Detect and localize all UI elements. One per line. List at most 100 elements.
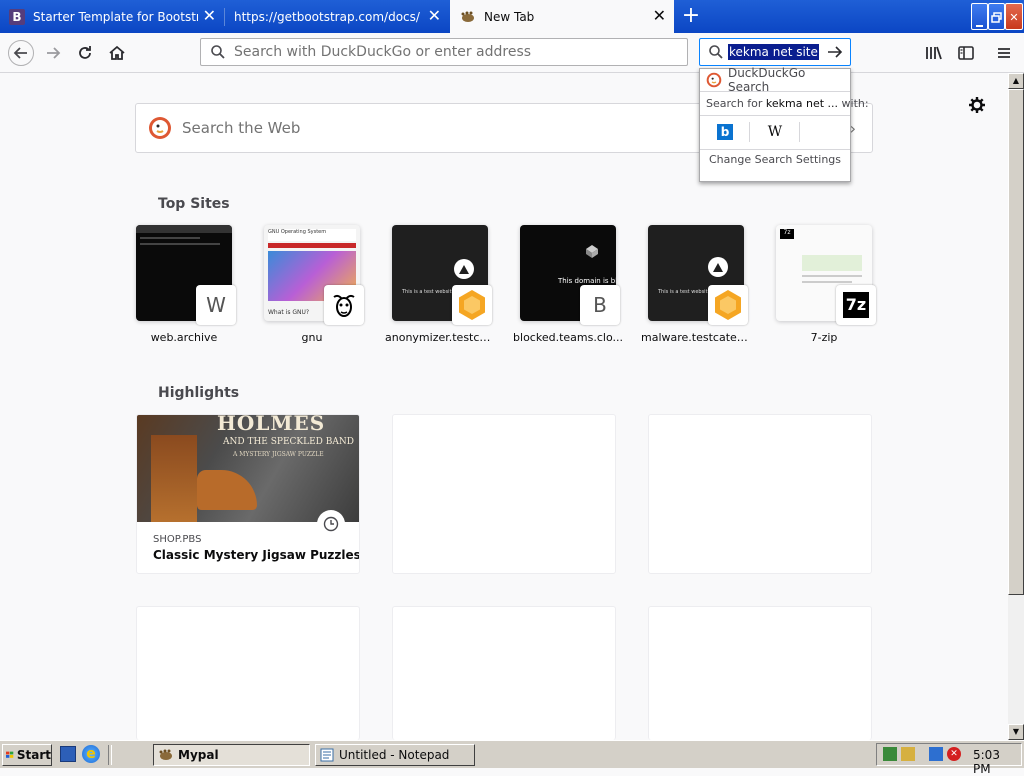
duckduckgo-icon — [706, 72, 722, 88]
go-arrow-icon[interactable] — [827, 45, 843, 59]
minimize-window-button[interactable] — [971, 3, 988, 30]
scroll-up-arrow-icon[interactable]: ▲ — [1008, 73, 1024, 89]
search-for-line: Search for kekma net ... with: — [706, 97, 869, 110]
thumbnail-line — [802, 281, 852, 283]
duckduckgo-icon — [149, 117, 171, 139]
address-placeholder: Search with DuckDuckGo or enter address — [234, 44, 532, 60]
7zip-icon-text: 7z — [842, 292, 870, 318]
highlight-image-subtitle: AND THE SPECKLED BAND — [223, 437, 354, 447]
home-button[interactable] — [105, 41, 129, 65]
search-icon — [211, 45, 225, 59]
search-box[interactable]: kekma net site — [699, 38, 851, 66]
divider — [700, 149, 850, 150]
search-suggestions-popup: DuckDuckGo Search Search for kekma net .… — [699, 66, 869, 182]
internet-explorer-icon[interactable]: e — [82, 745, 100, 763]
tray-volume-muted-icon[interactable]: ✕ — [947, 747, 961, 761]
reload-button[interactable] — [73, 41, 97, 65]
close-tab-icon[interactable]: ✕ — [653, 8, 666, 24]
scrollbar-thumb[interactable] — [1008, 89, 1024, 595]
thumbnail-text: This domain is bloc — [558, 277, 616, 285]
tab-title: New Tab — [484, 9, 535, 24]
windows-logo-icon — [6, 751, 14, 758]
newtab-settings-button[interactable] — [965, 94, 989, 116]
taskbar-window-notepad[interactable]: Untitled - Notepad — [315, 744, 475, 766]
search-box-value[interactable]: kekma net site — [728, 44, 819, 60]
vertical-scrollbar[interactable]: ▲ ▼ — [1008, 73, 1024, 740]
puzzle-box-shape — [151, 435, 197, 522]
close-tab-icon[interactable]: ✕ — [428, 8, 441, 24]
forward-arrow-icon — [47, 47, 61, 59]
gnome-foot-icon — [461, 11, 474, 22]
pipe-shape — [197, 470, 257, 510]
tab-bootstrap-docs[interactable]: https://getbootstrap.com/docs/3.3/ex ✕ — [225, 0, 449, 33]
tray-network-icon[interactable] — [883, 747, 897, 761]
search-engine-header[interactable]: DuckDuckGo Search — [700, 66, 850, 94]
close-window-button[interactable]: ✕ — [1005, 3, 1023, 30]
gnu-thumbnail-nav — [268, 243, 356, 248]
search-engine-label: DuckDuckGo Search — [727, 66, 806, 94]
mypal-icon — [159, 749, 172, 760]
top-site-label: web.archive — [150, 331, 218, 344]
start-button[interactable]: Start — [2, 744, 52, 766]
7zip-icon: 7z — [836, 285, 876, 325]
gnu-head-icon — [324, 285, 364, 325]
home-icon — [109, 45, 125, 60]
library-icon — [926, 46, 942, 60]
new-tab-button[interactable]: + — [680, 3, 702, 29]
tab-bootstrap-starter[interactable]: B Starter Template for Bootstrap ✕ — [0, 0, 224, 33]
top-site-label: blocked.teams.clo... — [513, 331, 623, 344]
minimize-icon — [976, 25, 983, 27]
restore-window-button[interactable] — [988, 3, 1005, 30]
gear-icon — [969, 97, 985, 113]
search-for-term: kekma net ... — [765, 97, 839, 110]
address-bar[interactable]: Search with DuckDuckGo or enter address — [200, 38, 688, 66]
library-button[interactable] — [922, 41, 946, 65]
search-for-prefix: Search for — [706, 97, 766, 110]
bluecoat-hexagon-icon — [452, 285, 492, 325]
highlights-heading: Highlights — [158, 385, 240, 401]
thumbnail-table — [802, 255, 862, 271]
top-site-label: gnu — [301, 331, 323, 344]
top-site-label: 7-zip — [810, 331, 838, 344]
highlight-image: HOLMES AND THE SPECKLED BAND A MYSTERY J… — [137, 414, 359, 522]
menu-button[interactable] — [992, 41, 1016, 65]
sidebar-button[interactable] — [954, 41, 978, 65]
close-tab-icon[interactable]: ✕ — [203, 8, 216, 24]
bing-engine-button[interactable]: b — [700, 116, 750, 148]
thumbnail-line — [140, 243, 220, 245]
taskbar-window-label: Untitled - Notepad — [339, 748, 450, 762]
highlight-image-caption: A MYSTERY JIGSAW PUZZLE — [233, 451, 324, 458]
thumbnail-text: This is a test websit — [658, 289, 708, 295]
warning-circle-icon — [708, 257, 728, 277]
thumbnail-line — [140, 237, 200, 239]
hamburger-menu-icon — [998, 48, 1010, 58]
taskbar-window-mypal[interactable]: Mypal — [153, 744, 310, 766]
top-site-label: malware.testcateg... — [641, 331, 751, 344]
close-icon: ✕ — [1009, 11, 1019, 24]
start-label: Start — [16, 748, 51, 762]
divider — [700, 91, 850, 92]
show-desktop-icon[interactable] — [60, 746, 76, 762]
7zip-thumbnail-logo: 7z — [780, 229, 794, 239]
tray-monitor-icon[interactable] — [929, 747, 943, 761]
change-search-settings-link[interactable]: Change Search Settings — [700, 153, 850, 166]
system-tray: ✕ 5:03 PM — [876, 743, 1022, 776]
search-for-suffix: with: — [838, 97, 869, 110]
lock-box-icon — [586, 245, 598, 258]
tab-new-tab[interactable]: New Tab ✕ — [450, 0, 674, 33]
wikipedia-engine-button[interactable]: W — [750, 116, 800, 148]
windows-taskbar: Start e Mypal Untitled - Notepad ✕ 5:03 … — [0, 740, 1024, 776]
history-clock-icon — [317, 510, 345, 538]
scroll-down-arrow-icon[interactable]: ▼ — [1008, 724, 1024, 740]
navigation-toolbar: Search with DuckDuckGo or enter address … — [0, 33, 1024, 73]
highlight-card[interactable]: HOLMES AND THE SPECKLED BAND A MYSTERY J… — [136, 414, 360, 574]
restore-icon — [991, 12, 1002, 23]
tray-app-icon[interactable] — [901, 747, 915, 761]
highlight-placeholder-card — [648, 414, 872, 574]
back-button[interactable] — [8, 40, 34, 66]
divider — [799, 122, 800, 142]
forward-button[interactable] — [41, 41, 65, 65]
taskbar-window-label: Mypal — [178, 748, 219, 762]
highlight-image-title: HOLMES — [217, 414, 326, 435]
highlight-source: SHOP.PBS — [153, 534, 202, 545]
